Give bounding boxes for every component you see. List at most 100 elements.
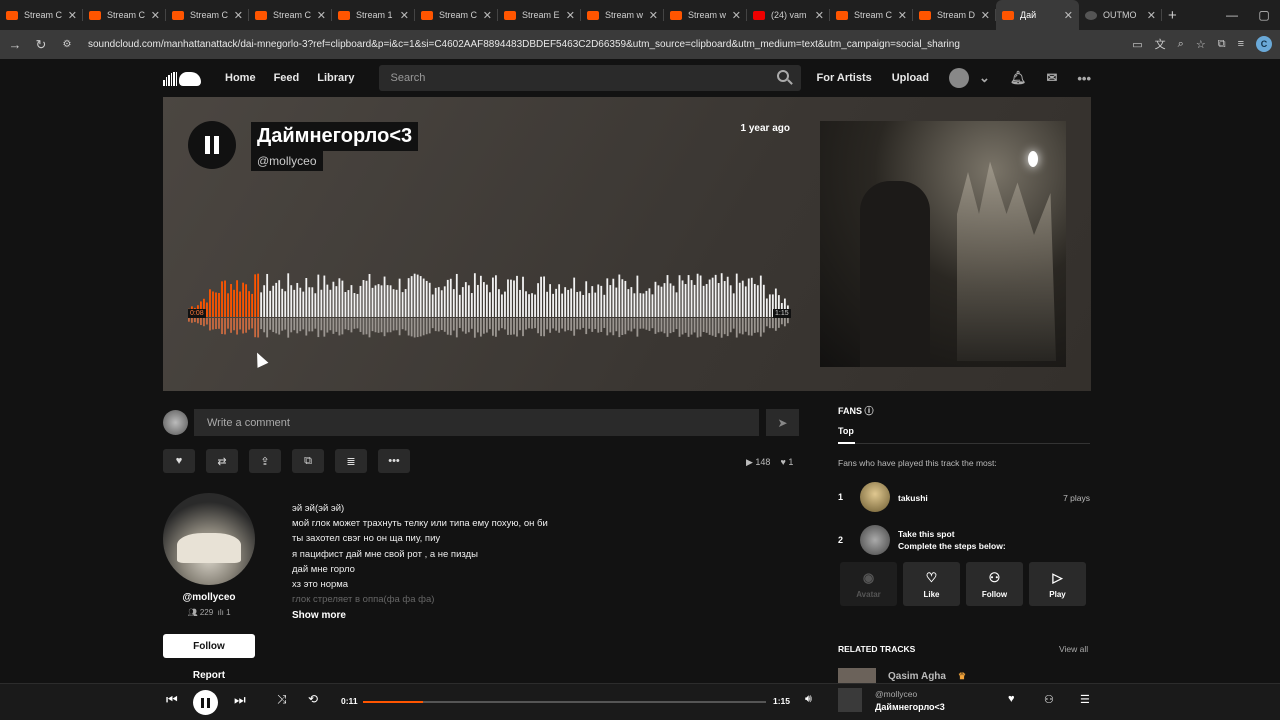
zoom-icon[interactable]: ⌕: [1178, 38, 1184, 51]
browser-tab[interactable]: (24) vam ✕: [747, 0, 830, 30]
close-tab-icon[interactable]: ✕: [483, 9, 492, 22]
fan-avatar[interactable]: [860, 482, 890, 512]
user-avatar[interactable]: [949, 68, 970, 88]
next-track-icon[interactable]: ⏭︎: [234, 692, 246, 708]
more-actions-icon[interactable]: •••: [378, 449, 410, 473]
reading-list-icon[interactable]: ≡: [1238, 38, 1244, 50]
close-tab-icon[interactable]: ✕: [981, 9, 990, 22]
search-icon[interactable]: [776, 70, 789, 82]
player-like-icon[interactable]: ♥: [1008, 693, 1015, 705]
close-tab-icon[interactable]: ✕: [815, 9, 824, 22]
copy-link-icon[interactable]: ⧉: [292, 449, 324, 473]
maximize-icon[interactable]: ▢: [1248, 8, 1280, 22]
close-tab-icon[interactable]: ✕: [68, 9, 77, 22]
browser-tab[interactable]: Stream D ✕: [913, 0, 996, 30]
pause-button[interactable]: [188, 121, 236, 169]
browser-tab[interactable]: Stream C ✕: [830, 0, 913, 30]
soundcloud-logo-icon[interactable]: [163, 68, 201, 88]
upload-link[interactable]: Upload: [892, 72, 929, 84]
close-tab-icon[interactable]: ✕: [1147, 9, 1156, 22]
waveform-reflection-bar: [687, 318, 690, 337]
browser-tab[interactable]: Stream C ✕: [0, 0, 83, 30]
waveform-reflection-bar: [194, 318, 196, 323]
followers-count[interactable]: 229: [200, 608, 213, 617]
player-follow-icon[interactable]: ⚇: [1044, 693, 1054, 706]
player-progress-bar[interactable]: [363, 701, 766, 703]
next-up-queue-icon[interactable]: ☰: [1080, 693, 1090, 706]
close-tab-icon[interactable]: ✕: [1064, 9, 1073, 22]
show-more-button[interactable]: Show more: [292, 610, 346, 621]
like-heart-icon[interactable]: ♥: [163, 449, 195, 473]
browser-tab[interactable]: Stream w ✕: [664, 0, 747, 30]
more-options-icon[interactable]: •••: [1077, 71, 1091, 86]
view-all-link[interactable]: View all: [1059, 644, 1088, 654]
minimize-icon[interactable]: —: [1216, 8, 1248, 22]
track-artist-link[interactable]: @mollyceo: [251, 151, 323, 171]
uploader-name[interactable]: @mollyceo: [163, 592, 255, 603]
step-like-button[interactable]: ♡ Like: [903, 562, 960, 606]
nav-library[interactable]: Library: [317, 72, 354, 84]
previous-track-icon[interactable]: ⏮︎: [166, 692, 178, 708]
browser-tab[interactable]: Stream C ✕: [249, 0, 332, 30]
tab-top[interactable]: Top: [838, 426, 854, 436]
browser-tab[interactable]: OUTMO ✕: [1079, 0, 1162, 30]
tracks-count[interactable]: 1: [226, 608, 230, 617]
notifications-bell-icon[interactable]: 🔔︎: [1010, 70, 1027, 86]
repost-icon[interactable]: ⇄: [206, 449, 238, 473]
step-follow-button[interactable]: ⚇ Follow: [966, 562, 1023, 606]
close-tab-icon[interactable]: ✕: [898, 9, 907, 22]
add-to-playlist-icon[interactable]: ≣: [335, 449, 367, 473]
related-track-item[interactable]: Qasim Agha ♛: [838, 668, 966, 684]
step-play-button[interactable]: ▷ Play: [1029, 562, 1086, 606]
search-input[interactable]: Search: [378, 65, 801, 91]
browser-tab[interactable]: Stream E ✕: [498, 0, 581, 30]
player-track-thumbnail[interactable]: [838, 688, 862, 712]
repeat-icon[interactable]: ⟲: [308, 692, 318, 706]
cover-art[interactable]: [820, 121, 1066, 367]
comment-input[interactable]: Write a comment: [194, 409, 759, 436]
close-tab-icon[interactable]: ✕: [234, 9, 243, 22]
bookmark-star-icon[interactable]: ☆: [1196, 38, 1206, 51]
new-tab-button[interactable]: +: [1168, 7, 1177, 24]
shuffle-icon[interactable]: ⤨: [277, 692, 287, 707]
send-comment-icon[interactable]: ➤: [766, 409, 799, 436]
player-track-title[interactable]: Даймнегорло<3: [875, 702, 945, 712]
follow-button[interactable]: Follow: [163, 634, 255, 658]
player-track-user[interactable]: @mollyceo: [875, 689, 917, 699]
messages-mail-icon[interactable]: ✉: [1046, 70, 1057, 86]
fan-name[interactable]: takushi: [898, 493, 928, 503]
nav-feed[interactable]: Feed: [274, 72, 300, 84]
close-tab-icon[interactable]: ✕: [732, 9, 741, 22]
forward-icon[interactable]: →: [4, 37, 26, 52]
extensions-icon[interactable]: ⧉: [1218, 38, 1226, 51]
chevron-down-icon[interactable]: ⌄: [979, 70, 990, 86]
player-pause-button[interactable]: [193, 690, 218, 715]
browser-tab[interactable]: Stream C ✕: [166, 0, 249, 30]
close-tab-icon[interactable]: ✕: [566, 9, 575, 22]
profile-avatar[interactable]: C: [1256, 36, 1272, 52]
report-link[interactable]: Report: [163, 670, 255, 681]
related-track-thumbnail[interactable]: [838, 668, 876, 684]
close-tab-icon[interactable]: ✕: [400, 9, 409, 22]
waveform[interactable]: [188, 265, 790, 343]
uploader-avatar[interactable]: [163, 493, 255, 585]
browser-tab[interactable]: Stream w ✕: [581, 0, 664, 30]
info-icon[interactable]: ⓘ: [865, 406, 874, 416]
close-tab-icon[interactable]: ✕: [317, 9, 326, 22]
browser-tab[interactable]: Stream C ✕: [415, 0, 498, 30]
close-tab-icon[interactable]: ✕: [649, 9, 658, 22]
cast-icon[interactable]: ▭: [1132, 38, 1142, 51]
volume-icon[interactable]: 🔊︎: [805, 693, 812, 706]
reload-icon[interactable]: ↻: [30, 37, 52, 53]
browser-tab[interactable]: Stream 1 ✕: [332, 0, 415, 30]
url-field[interactable]: soundcloud.com/manhattanattack/dai-mnego…: [88, 39, 1048, 50]
browser-tab[interactable]: Дай ✕: [996, 0, 1079, 30]
close-tab-icon[interactable]: ✕: [151, 9, 160, 22]
site-info-icon[interactable]: ⚙: [56, 39, 78, 50]
nav-home[interactable]: Home: [225, 72, 256, 84]
related-track-artist[interactable]: Qasim Agha: [888, 671, 946, 682]
share-icon[interactable]: ⇪: [249, 449, 281, 473]
for-artists-link[interactable]: For Artists: [817, 72, 872, 84]
browser-tab[interactable]: Stream C ✕: [83, 0, 166, 30]
translate-icon[interactable]: 文: [1155, 36, 1166, 52]
